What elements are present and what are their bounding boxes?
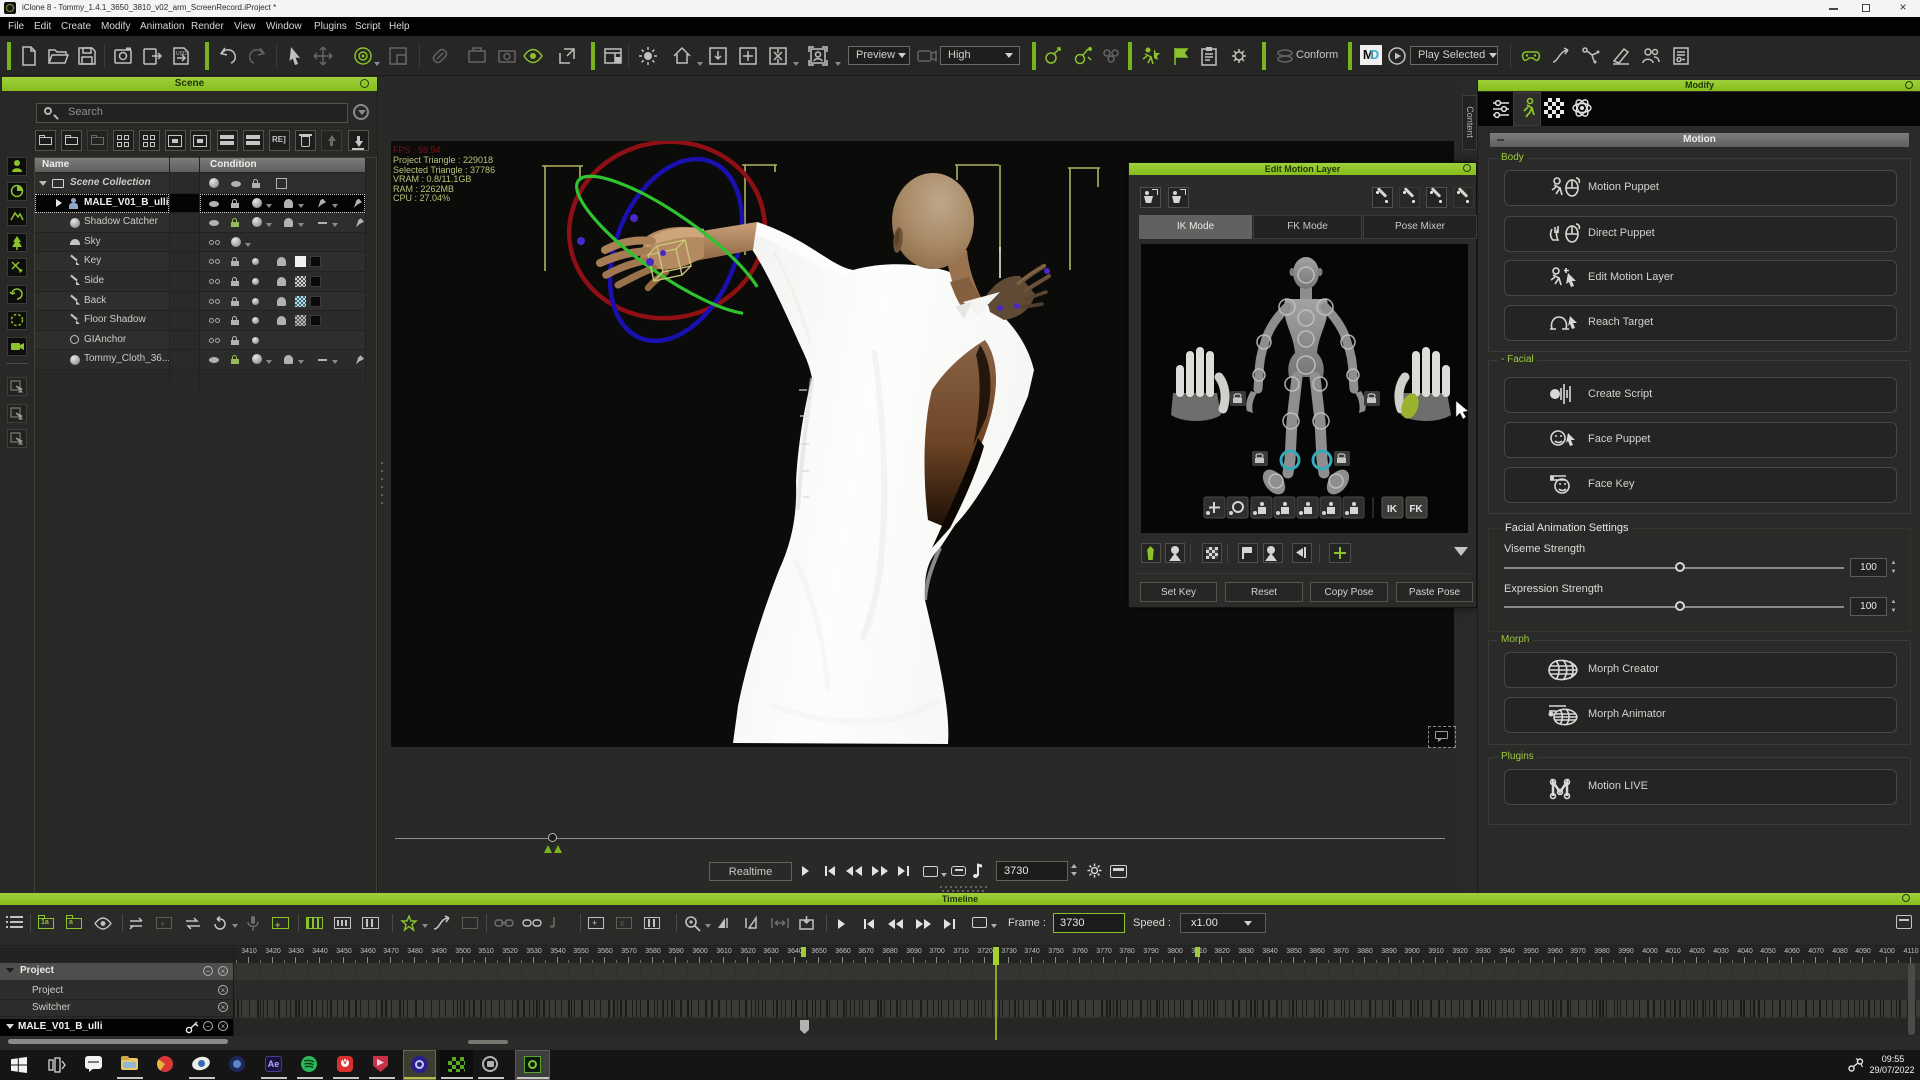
svg-text:CPU : 27.04%: CPU : 27.04% bbox=[393, 193, 450, 203]
svg-text:FPS : 59.94: FPS : 59.94 bbox=[393, 145, 441, 155]
svg-text:Project Triangle : 229018: Project Triangle : 229018 bbox=[393, 155, 493, 165]
svg-text:FK: FK bbox=[1409, 504, 1423, 515]
svg-text:VRAM : 0.8/11.1GB: VRAM : 0.8/11.1GB bbox=[393, 174, 471, 184]
svg-text:IK: IK bbox=[1387, 504, 1398, 515]
svg-text:USD: USD bbox=[176, 51, 187, 57]
